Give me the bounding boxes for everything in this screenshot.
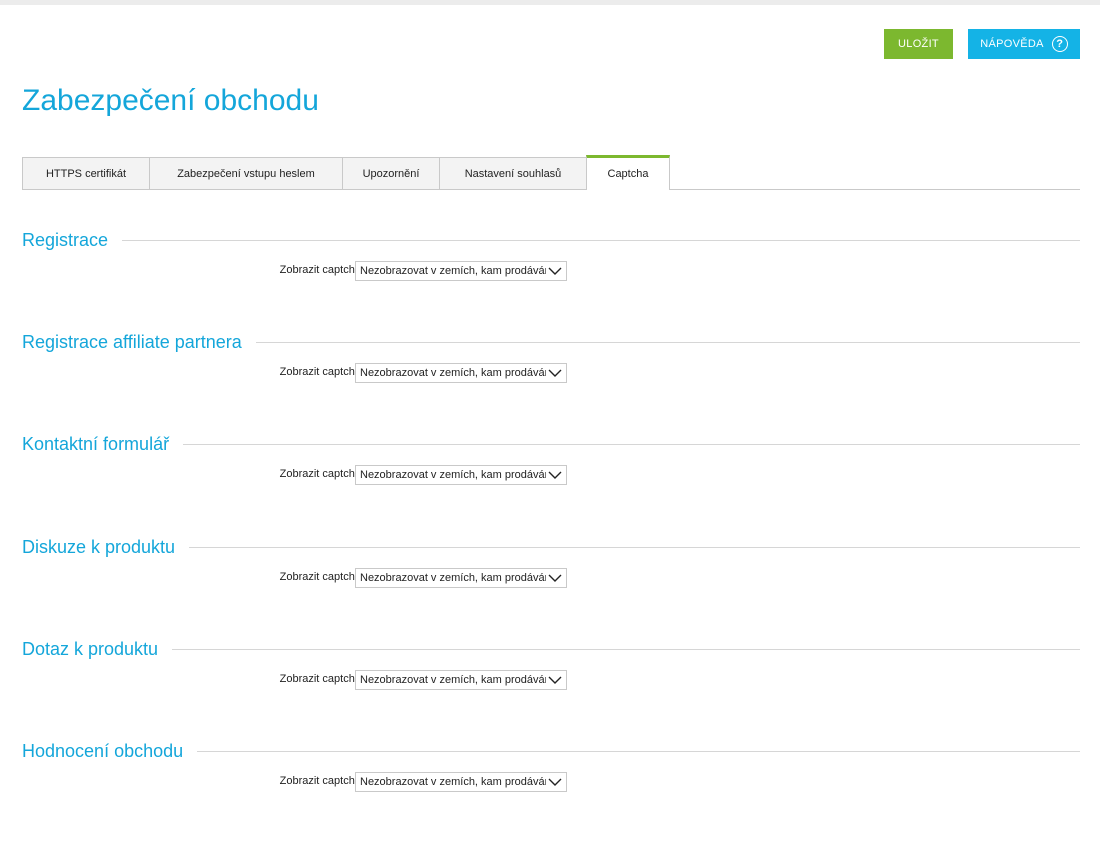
section-title: Dotaz k produktu bbox=[22, 638, 159, 659]
captcha-select-value: Nezobrazovat v zemích, kam prodáváme bbox=[360, 572, 546, 584]
top-strip bbox=[0, 0, 1100, 5]
captcha-select[interactable]: Nezobrazovat v zemích, kam prodáváme bbox=[355, 772, 567, 792]
chevron-down-icon bbox=[548, 778, 562, 786]
section-header: Dotaz k produktu bbox=[22, 636, 1080, 662]
tab-bar: HTTPS certifikát Zabezpečení vstupu hesl… bbox=[22, 155, 1080, 190]
section-divider bbox=[189, 546, 1080, 548]
section-divider bbox=[122, 239, 1080, 241]
captcha-label: Zobrazit captchu: bbox=[279, 571, 364, 583]
tab-notifications[interactable]: Upozornění bbox=[342, 157, 440, 189]
tab-consent-settings[interactable]: Nastavení souhlasů bbox=[439, 157, 587, 189]
tab-label: HTTPS certifikát bbox=[45, 167, 127, 180]
section-divider bbox=[197, 750, 1080, 752]
captcha-select[interactable]: Nezobrazovat v zemích, kam prodáváme bbox=[355, 465, 567, 485]
chevron-down-icon bbox=[548, 574, 562, 582]
section-shop-rating: Hodnocení obchodu Zobrazit captchu: Nezo… bbox=[22, 738, 1080, 792]
toolbar: ULOŽIT NÁPOVĚDA ? bbox=[884, 29, 1080, 59]
captcha-select[interactable]: Nezobrazovat v zemích, kam prodáváme bbox=[355, 568, 567, 588]
section-header: Registrace affiliate partnera bbox=[22, 329, 1080, 355]
chevron-down-icon bbox=[548, 369, 562, 377]
section-title: Diskuze k produktu bbox=[22, 536, 176, 557]
captcha-label: Zobrazit captchu: bbox=[279, 468, 364, 480]
captcha-label: Zobrazit captchu: bbox=[279, 673, 364, 685]
captcha-label: Zobrazit captchu: bbox=[279, 366, 364, 378]
tab-captcha[interactable]: Captcha bbox=[586, 155, 670, 190]
tab-label: Zabezpečení vstupu heslem bbox=[177, 167, 315, 180]
section-affiliate-registration: Registrace affiliate partnera Zobrazit c… bbox=[22, 329, 1080, 383]
tab-https-certificate[interactable]: HTTPS certifikát bbox=[22, 157, 150, 189]
section-header: Kontaktní formulář bbox=[22, 431, 1080, 457]
tab-label: Captcha bbox=[607, 168, 649, 180]
section-title: Kontaktní formulář bbox=[22, 433, 170, 454]
section-title: Registrace bbox=[22, 229, 109, 250]
captcha-row: Zobrazit captchu: Nezobrazovat v zemích,… bbox=[22, 568, 1080, 588]
help-button-label: NÁPOVĚDA bbox=[980, 38, 1044, 50]
captcha-select[interactable]: Nezobrazovat v zemích, kam prodáváme bbox=[355, 670, 567, 690]
section-title: Registrace affiliate partnera bbox=[22, 331, 242, 352]
captcha-row: Zobrazit captchu: Nezobrazovat v zemích,… bbox=[22, 772, 1080, 792]
chevron-down-icon bbox=[548, 676, 562, 684]
help-button[interactable]: NÁPOVĚDA ? bbox=[968, 29, 1080, 59]
captcha-row: Zobrazit captchu: Nezobrazovat v zemích,… bbox=[22, 363, 1080, 383]
chevron-down-icon bbox=[548, 267, 562, 275]
captcha-select-value: Nezobrazovat v zemích, kam prodáváme bbox=[360, 367, 546, 379]
tab-password-protection[interactable]: Zabezpečení vstupu heslem bbox=[149, 157, 343, 189]
section-title: Hodnocení obchodu bbox=[22, 740, 184, 761]
captcha-select-value: Nezobrazovat v zemích, kam prodáváme bbox=[360, 469, 546, 481]
captcha-select-value: Nezobrazovat v zemích, kam prodáváme bbox=[360, 674, 546, 686]
captcha-select[interactable]: Nezobrazovat v zemích, kam prodáváme bbox=[355, 363, 567, 383]
section-registration: Registrace Zobrazit captchu: Nezobrazova… bbox=[22, 227, 1080, 281]
tab-label: Nastavení souhlasů bbox=[464, 167, 562, 180]
captcha-label: Zobrazit captchu: bbox=[279, 775, 364, 787]
captcha-row: Zobrazit captchu: Nezobrazovat v zemích,… bbox=[22, 465, 1080, 485]
section-divider bbox=[183, 443, 1080, 445]
captcha-select-value: Nezobrazovat v zemích, kam prodáváme bbox=[360, 265, 546, 277]
captcha-row: Zobrazit captchu: Nezobrazovat v zemích,… bbox=[22, 261, 1080, 281]
section-divider bbox=[172, 648, 1080, 650]
help-icon: ? bbox=[1051, 36, 1068, 52]
captcha-label: Zobrazit captchu: bbox=[279, 264, 364, 276]
section-product-question: Dotaz k produktu Zobrazit captchu: Nezob… bbox=[22, 636, 1080, 690]
captcha-select-value: Nezobrazovat v zemích, kam prodáváme bbox=[360, 776, 546, 788]
chevron-down-icon bbox=[548, 471, 562, 479]
section-header: Registrace bbox=[22, 227, 1080, 253]
section-contact-form: Kontaktní formulář Zobrazit captchu: Nez… bbox=[22, 431, 1080, 485]
tab-label: Upozornění bbox=[362, 167, 420, 180]
save-button[interactable]: ULOŽIT bbox=[884, 29, 953, 59]
page-title: Zabezpečení obchodu bbox=[22, 84, 319, 117]
section-header: Diskuze k produktu bbox=[22, 534, 1080, 560]
section-divider bbox=[255, 341, 1080, 343]
captcha-row: Zobrazit captchu: Nezobrazovat v zemích,… bbox=[22, 670, 1080, 690]
save-button-label: ULOŽIT bbox=[898, 38, 939, 50]
section-product-discussion: Diskuze k produktu Zobrazit captchu: Nez… bbox=[22, 534, 1080, 588]
section-header: Hodnocení obchodu bbox=[22, 738, 1080, 764]
captcha-select[interactable]: Nezobrazovat v zemích, kam prodáváme bbox=[355, 261, 567, 281]
